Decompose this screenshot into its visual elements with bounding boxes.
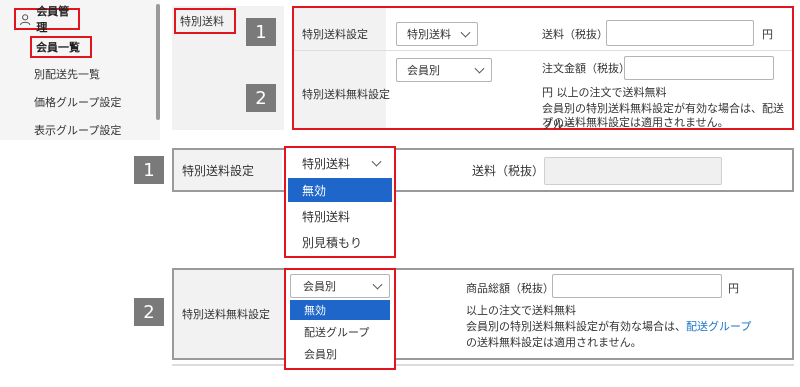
dropdown-option-special[interactable]: 特別送料 [288,204,392,228]
product-total-input[interactable] [552,274,722,298]
shipping-fee-label: 送料（税抜）: [472,164,549,178]
sidebar-item-price-group[interactable]: 価格グループ設定 [34,94,121,110]
order-amount-input[interactable] [624,56,774,80]
sidebar-item-member-list[interactable]: 会員一覧 [30,36,92,58]
order-amount-label: 注文金額（税抜）: [542,62,634,75]
shipping-fee-input[interactable] [606,20,754,46]
dropdown-option-disabled[interactable]: 無効 [290,300,390,320]
form-label-cell: 特別送料無料設定 [174,270,284,358]
dropdown-option-disabled[interactable]: 無効 [288,178,392,202]
sidebar-item-shipping-addresses[interactable]: 別配送先一覧 [34,66,100,82]
shipping-fee-input[interactable] [544,157,722,185]
free-shipping-setting-label: 特別送料無料設定 [302,88,390,101]
step-badge-2: 2 [134,298,164,326]
chevron-down-icon [460,27,471,38]
shipping-fee-label: 送料（税抜）: [542,28,612,41]
free-shipping-dropdown: 会員別 無効 配送グループ 会員別 [284,268,396,370]
free-shipping-note: 会員別の特別送料無料設定が有効な場合は、配送グループ [466,320,752,333]
sidebar-item-label: 価格グループ設定 [34,96,122,109]
special-shipping-select[interactable]: 特別送料 [288,150,388,176]
free-shipping-select[interactable]: 会員別 [396,58,492,82]
settings-form: 特別送料設定 特別送料 送料（税抜）: 円 特別送料無料設定 会員別 注文金額（… [292,6,794,131]
dropdown-option-per-member[interactable]: 会員別 [290,344,390,364]
tab-label: 特別送料 [180,15,224,28]
sidebar-item-label: 会員一覧 [36,41,80,54]
currency-unit: 円 [762,28,773,41]
sidebar-item-label: 表示グループ設定 [34,124,122,137]
select-value: 特別送料 [302,156,351,171]
special-shipping-select[interactable]: 特別送料 [396,22,478,46]
sidebar-scrollbar[interactable] [156,4,160,120]
select-value: 会員別 [303,280,336,293]
special-shipping-setting-label: 特別送料設定 [302,28,368,41]
form-row-divider [294,50,792,51]
sidebar-section-member-management[interactable]: 会員管理 [14,5,80,34]
special-shipping-setting-label: 特別送料設定 [182,163,255,178]
special-shipping-row: 特別送料設定 送料（税抜）: [172,148,794,192]
chevron-down-icon [371,156,382,167]
special-shipping-dropdown: 特別送料 無効 特別送料 別見積もり [284,146,396,258]
tab-special-shipping[interactable]: 特別送料 [174,8,236,34]
row-divider [172,364,794,366]
free-shipping-setting-label: 特別送料無料設定 [182,308,270,321]
sidebar-item-label: 別配送先一覧 [34,68,100,81]
sidebar-item-display-group[interactable]: 表示グループ設定 [34,122,121,138]
free-shipping-row: 特別送料無料設定 商品総額（税抜）: 円 以上の注文で送料無料 会員別の特別送料… [172,268,794,360]
dropdown-option-shipping-group[interactable]: 配送グループ [290,322,390,342]
step-badge-2: 2 [246,84,276,112]
chevron-down-icon [372,279,383,290]
dropdown-option-quote[interactable]: 別見積もり [288,230,392,254]
step-badge-1: 1 [134,156,164,184]
free-shipping-note: 以上の注文で送料無料 [466,304,576,317]
free-shipping-note: の送料無料設定は適用されません。 [466,336,642,349]
chevron-down-icon [474,63,485,74]
user-icon [19,13,31,25]
free-shipping-note: 円 以上の注文で送料無料 [542,86,667,99]
currency-unit: 円 [728,282,739,295]
form-label-cell: 特別送料設定 [174,150,282,190]
free-shipping-note: プの送料無料設定は適用されません。 [542,116,729,129]
product-total-label: 商品総額（税抜）: [466,282,558,295]
select-value: 会員別 [407,64,440,77]
sidebar-section-title: 会員管理 [36,5,70,34]
select-value: 特別送料 [407,28,451,41]
free-shipping-select[interactable]: 会員別 [290,274,390,298]
step-badge-1: 1 [246,18,276,46]
shipping-group-link[interactable]: 配送グループ [686,320,751,333]
